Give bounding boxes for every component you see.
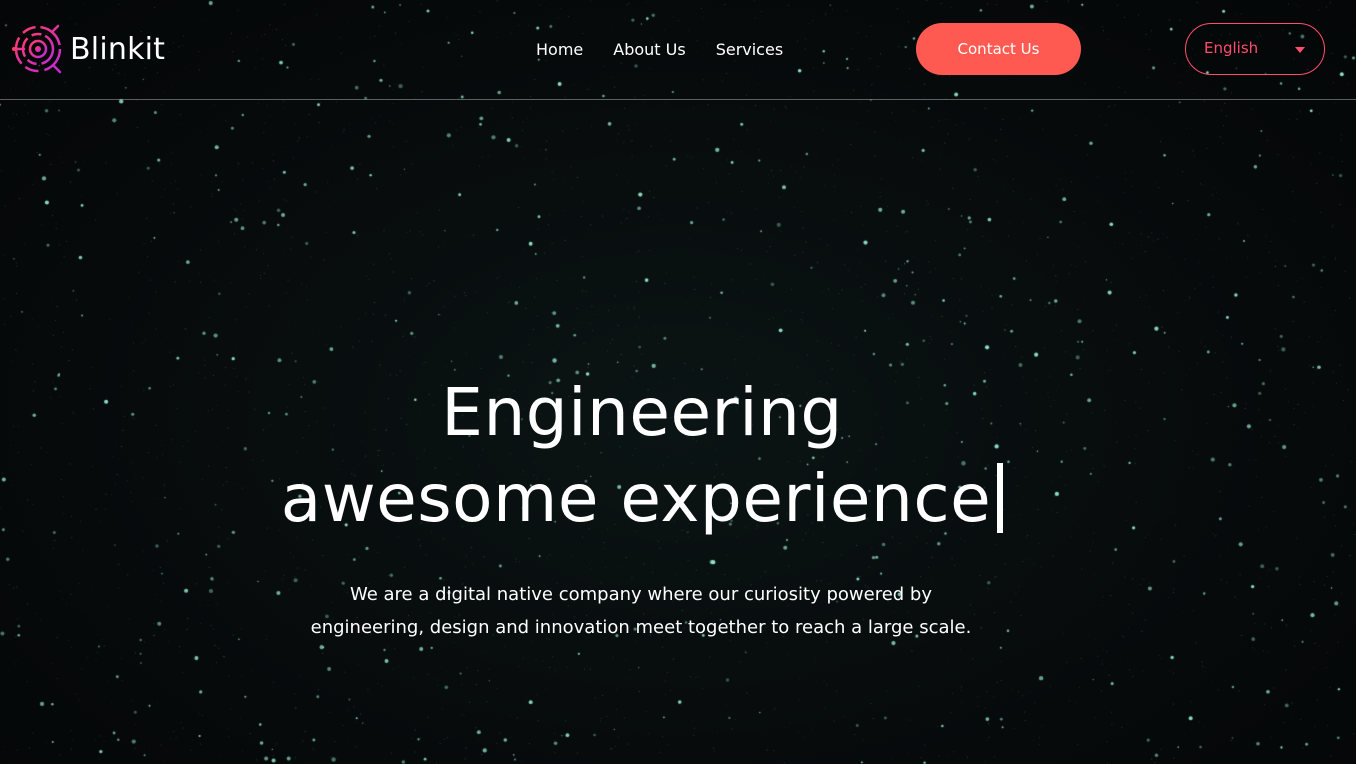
- nav-services-link[interactable]: Services: [708, 36, 791, 64]
- hero-title-line-2-wrap: awesome experience: [0, 456, 1284, 542]
- nav-home-link[interactable]: Home: [528, 36, 591, 64]
- site-header: Blinkit Home About Us Services Contact U…: [0, 0, 1356, 100]
- hero-section: Engineering awesome experience We are a …: [0, 100, 1356, 764]
- brand-logo[interactable]: Blinkit: [10, 22, 165, 76]
- caret-down-icon: [1295, 47, 1305, 53]
- typing-cursor: [997, 463, 1004, 533]
- hero-title-line-2: awesome experience: [280, 460, 992, 537]
- language-selected-value: English: [1204, 39, 1259, 57]
- main-nav: Home About Us Services: [528, 36, 805, 64]
- language-select[interactable]: English: [1185, 23, 1325, 75]
- brand-name: Blinkit: [70, 31, 166, 67]
- blinkit-logo-icon: [12, 24, 62, 74]
- hero-subtitle: We are a digital native company where ou…: [278, 578, 1004, 644]
- hero-title-line-1: Engineering: [441, 374, 843, 451]
- hero-subtitle-line-1: We are a digital native company where ou…: [349, 584, 933, 605]
- nav-about-us-link[interactable]: About Us: [605, 36, 693, 64]
- hero-subtitle-line-2: engineering, design and innovation meet …: [310, 617, 972, 638]
- page: Blinkit Home About Us Services Contact U…: [0, 0, 1356, 764]
- hero-title: Engineering awesome experience: [0, 370, 1284, 542]
- contact-us-button[interactable]: Contact Us: [916, 23, 1081, 75]
